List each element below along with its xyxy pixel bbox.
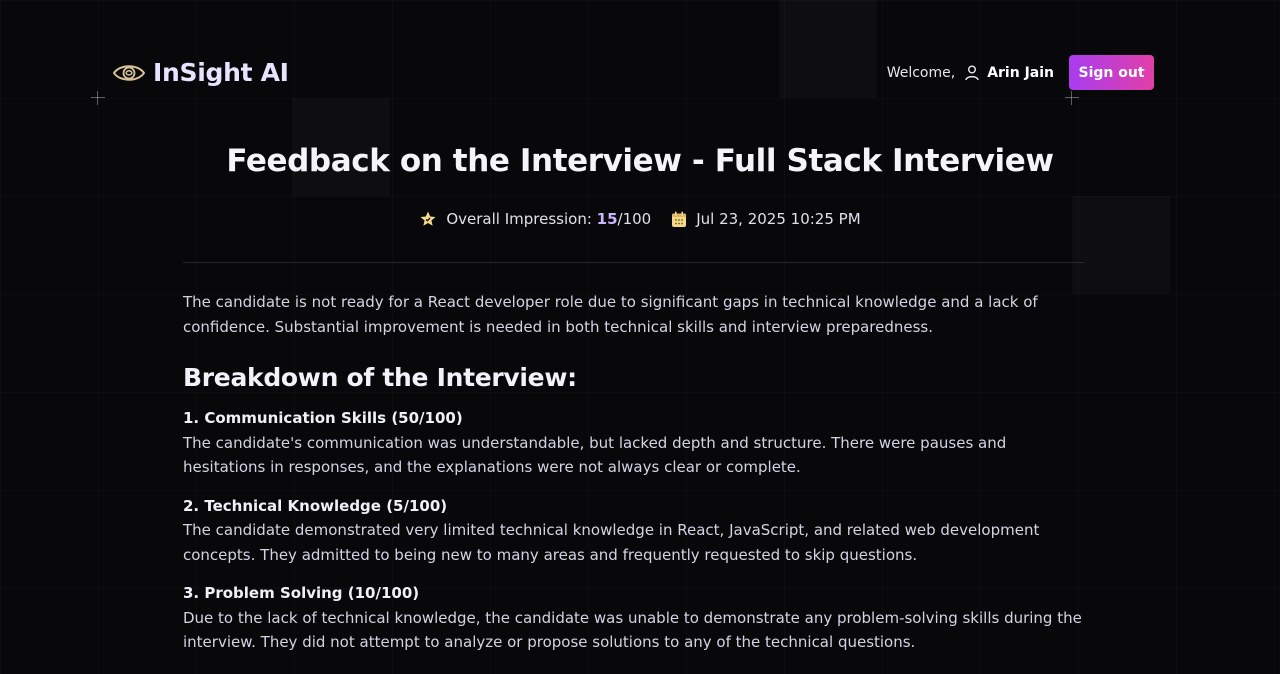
feedback-content: The candidate is not ready for a React d… (183, 290, 1083, 669)
category-title: 3. Problem Solving (10/100) (183, 584, 420, 602)
category-item: 2. Technical Knowledge (5/100) The candi… (183, 494, 1083, 568)
category-title: 2. Technical Knowledge (5/100) (183, 496, 448, 515)
page-title: Feedback on the Interview - Full Stack I… (226, 143, 1054, 179)
user-icon (965, 65, 979, 81)
overall-impression: Overall Impression: 15/100 (419, 210, 651, 228)
calendar-icon (671, 211, 687, 228)
category-description: Due to the lack of technical knowledge, … (183, 608, 1082, 652)
brand-name: InSight AI (153, 58, 289, 87)
impression-label: Overall Impression: (446, 210, 597, 228)
welcome-text: Welcome, (886, 64, 956, 81)
impression-max: /100 (617, 210, 652, 228)
feedback-page: InSight AI Welcome, Arin Jain Sign out F… (0, 0, 1280, 674)
user-name: Arin Jain (987, 64, 1054, 81)
category-description: The candidate demonstrated very limited … (183, 521, 1040, 564)
feedback-summary: The candidate is not ready for a React d… (183, 293, 1038, 336)
sign-out-button[interactable]: Sign out (1069, 55, 1154, 90)
date-text: Jul 23, 2025 10:25 PM (696, 210, 861, 228)
eye-logo-icon (112, 62, 146, 84)
top-nav: InSight AI Welcome, Arin Jain Sign out (112, 55, 1154, 90)
interview-date: Jul 23, 2025 10:25 PM (671, 210, 861, 228)
user-area: Welcome, Arin Jain Sign out (887, 55, 1154, 90)
category-description: The candidate's communication was unders… (183, 433, 1007, 477)
interview-meta: Overall Impression: 15/100 Jul 23, 2025 … (0, 210, 1280, 228)
brand[interactable]: InSight AI (112, 58, 289, 87)
category-title: 1. Communication Skills (50/100) (183, 409, 463, 427)
impression-score: 15 (596, 210, 618, 228)
category-item: 3. Problem Solving (10/100) Due to the l… (183, 581, 1083, 655)
star-icon (419, 210, 437, 228)
breakdown-title: Breakdown of the Interview: (183, 363, 577, 392)
sparkle-icon (1065, 91, 1079, 105)
sparkle-icon (91, 91, 105, 105)
category-item: 1. Communication Skills (50/100) The can… (183, 406, 1083, 480)
divider (183, 262, 1084, 263)
